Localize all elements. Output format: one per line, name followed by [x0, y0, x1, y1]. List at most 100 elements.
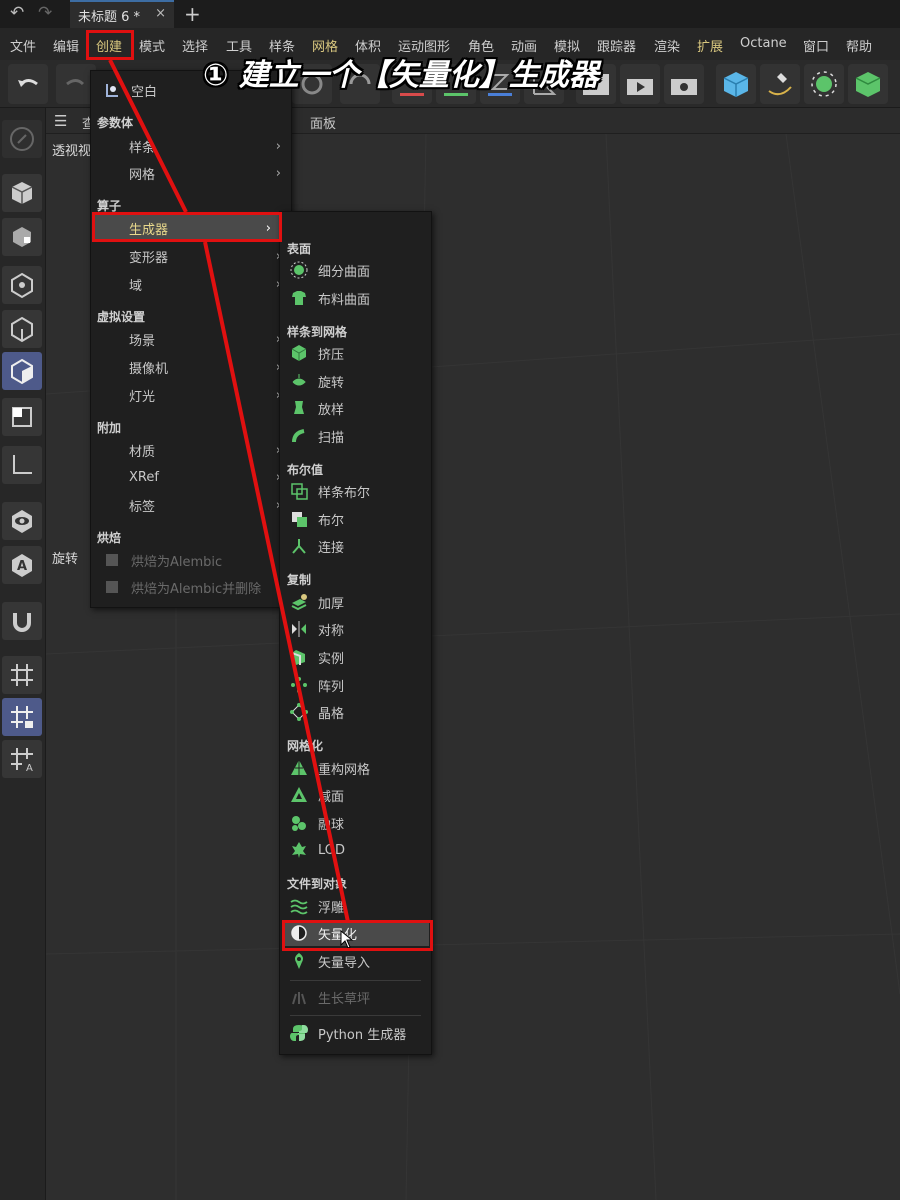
menu-item-xref[interactable]: XRef›: [91, 464, 291, 490]
menu-item-label: 标签: [129, 499, 156, 515]
menu-item-connect[interactable]: 连接: [280, 533, 431, 559]
menu-item-instance[interactable]: 实例: [280, 644, 431, 670]
edges-icon: [11, 316, 33, 343]
menu-item-label: 扫描: [318, 430, 345, 446]
menu-item-thicken[interactable]: 加厚: [280, 589, 431, 615]
pen-icon: [768, 73, 792, 96]
viewport-solo-button[interactable]: [2, 502, 42, 540]
menu-item-lattice[interactable]: 晶格: [280, 699, 431, 725]
document-tab-title: 未标题 6 *: [78, 9, 141, 25]
document-tab[interactable]: 未标题 6 * ×: [70, 0, 174, 28]
spline-pen-button[interactable]: [760, 64, 800, 104]
menu-item-grow-grass: 生长草坪: [280, 984, 431, 1010]
menu-item-label: 连接: [318, 540, 345, 556]
snap-button[interactable]: [2, 602, 42, 640]
menu-item-remesh[interactable]: 重构网格: [280, 755, 431, 781]
render-settings-button[interactable]: [664, 64, 704, 104]
menu-edit[interactable]: 编辑: [53, 36, 79, 55]
magnet-icon: [13, 613, 31, 632]
thicken-icon: [290, 593, 308, 611]
menu-item-material[interactable]: 材质›: [91, 437, 291, 463]
lathe-icon: [290, 372, 308, 390]
menu-extensions[interactable]: 扩展: [697, 36, 723, 55]
menu-item-sweep[interactable]: 扫描: [280, 423, 431, 449]
menu-item-polygon-reduction[interactable]: 减面: [280, 782, 431, 808]
clapper-play-icon: [627, 79, 653, 95]
menu-item-lod[interactable]: LOD: [280, 837, 431, 863]
menu-item-label: 生长草坪: [318, 991, 371, 1007]
uv-mode-button[interactable]: [2, 398, 42, 436]
spline-boolean-icon: [290, 482, 308, 500]
edit-mode-button[interactable]: [2, 120, 42, 158]
svg-text:A: A: [17, 559, 27, 574]
menu-item-loft[interactable]: 放样: [280, 395, 431, 421]
menu-tracker[interactable]: 跟踪器: [597, 36, 636, 55]
menu-item-label: 烘焙为Alembic并删除: [131, 581, 262, 597]
close-icon[interactable]: ×: [155, 6, 166, 21]
menu-item-boolean[interactable]: 布尔: [280, 506, 431, 532]
menu-item-label: 放样: [318, 402, 345, 418]
menu-octane[interactable]: Octane: [740, 36, 787, 51]
section-title: 附加: [97, 421, 122, 435]
menu-item-deformer[interactable]: 变形器›: [91, 243, 291, 269]
hamburger-icon[interactable]: ☰: [54, 112, 67, 130]
subdivision-surface-button[interactable]: [804, 64, 844, 104]
menu-help[interactable]: 帮助: [846, 36, 872, 55]
extrude-button[interactable]: [848, 64, 888, 104]
undo-button[interactable]: [8, 64, 48, 104]
render-picture-viewer-button[interactable]: [620, 64, 660, 104]
menu-item-vector-import[interactable]: 矢量导入: [280, 948, 431, 974]
menu-item-field[interactable]: 域›: [91, 271, 291, 297]
cube-icon: [723, 72, 749, 97]
menu-item-scene[interactable]: 场景›: [91, 326, 291, 352]
menu-item-tag[interactable]: 标签›: [91, 492, 291, 518]
menu-item-array[interactable]: 阵列: [280, 672, 431, 698]
bake-icon: [103, 578, 121, 596]
menu-item-subdivision-surface[interactable]: 细分曲面: [280, 257, 431, 283]
menu-item-camera[interactable]: 摄像机›: [91, 354, 291, 380]
auto-keying-button[interactable]: A: [2, 546, 42, 584]
menu-item-label: 细分曲面: [318, 264, 371, 280]
grid-lock-icon: [11, 706, 33, 728]
locked-workplane-button[interactable]: [2, 698, 42, 736]
menu-item-python-generator[interactable]: Python 生成器: [280, 1020, 431, 1046]
points-mode-button[interactable]: [2, 266, 42, 304]
menu-item-label: XRef: [129, 469, 159, 485]
model-mode-button[interactable]: [2, 174, 42, 212]
menu-item-symmetry[interactable]: 对称: [280, 616, 431, 642]
menu-render[interactable]: 渲染: [654, 36, 680, 55]
menu-item-relief[interactable]: 浮雕: [280, 893, 431, 919]
menu-item-mesh[interactable]: 网格 ›: [91, 160, 291, 186]
menu-item-lathe[interactable]: 旋转: [280, 368, 431, 394]
menu-file[interactable]: 文件: [10, 36, 36, 55]
menu-item-label: 重构网格: [318, 762, 371, 778]
menu-item-label: 场景: [129, 333, 156, 349]
menu-item-spline-boolean[interactable]: 样条布尔: [280, 478, 431, 504]
menu-item-extrude[interactable]: 挤压: [280, 340, 431, 366]
axis-mode-button[interactable]: [2, 446, 42, 484]
section-title: 复制: [287, 573, 312, 587]
add-tab-icon[interactable]: +: [184, 2, 201, 26]
menu-item-light[interactable]: 灯光›: [91, 382, 291, 408]
menu-mode[interactable]: 模式: [139, 36, 165, 55]
menu-window[interactable]: 窗口: [803, 36, 829, 55]
workplane-button[interactable]: [2, 656, 42, 694]
menu-item-label: 实例: [318, 651, 345, 667]
menu-item-label: 晶格: [318, 706, 345, 722]
mesh-mode-button[interactable]: [2, 218, 42, 256]
menu-item-metaball[interactable]: 融球: [280, 810, 431, 836]
menu-item-cloth-surface[interactable]: 布料曲面: [280, 285, 431, 311]
remesh-icon: [290, 759, 308, 777]
cube-object-button[interactable]: [716, 64, 756, 104]
menu-separator: [290, 1015, 421, 1016]
auto-workplane-button[interactable]: A: [2, 740, 42, 778]
polygons-mode-button[interactable]: [2, 352, 42, 390]
viewport-menu-panel[interactable]: 面板: [310, 113, 336, 132]
undo-arrow-icon[interactable]: ↶: [10, 3, 24, 23]
menu-item-label: 灯光: [129, 389, 156, 405]
viewport-name: 透视视: [52, 144, 92, 159]
section-title: 表面: [287, 242, 312, 256]
menu-item-spline[interactable]: 样条 ›: [91, 133, 291, 159]
edges-mode-button[interactable]: [2, 310, 42, 348]
redo-arrow-icon[interactable]: ↷: [38, 3, 52, 23]
